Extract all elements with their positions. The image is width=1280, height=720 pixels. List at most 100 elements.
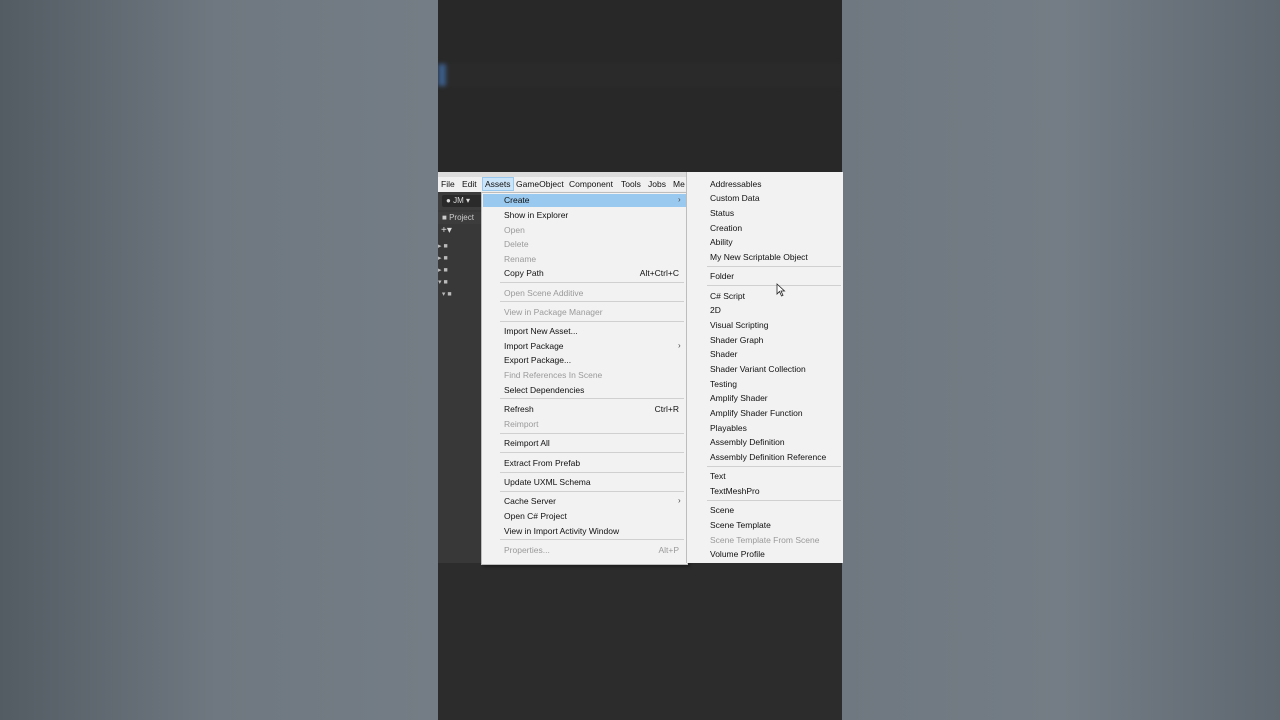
submenu-item-my-new-scriptable-object[interactable]: My New Scriptable Object [710, 250, 808, 264]
submenu-item-status[interactable]: Status [710, 206, 734, 220]
submenu-item-shader[interactable]: Shader [710, 347, 737, 361]
tree-item[interactable]: ▸ ■ [438, 254, 482, 262]
tree-item[interactable]: ▸ ■ [438, 242, 482, 250]
menu-item-cache-server[interactable]: Cache Server [504, 494, 556, 508]
menu-separator [500, 491, 684, 492]
menu-tools[interactable]: Tools [621, 179, 641, 189]
menu-item-label: Open Scene Additive [504, 288, 584, 298]
submenu-item-scene[interactable]: Scene [710, 503, 734, 517]
submenu-item-amplify-shader[interactable]: Amplify Shader [710, 391, 768, 405]
menu-edit[interactable]: Edit [462, 179, 477, 189]
shortcut-label: Alt+P [658, 545, 679, 555]
bottom-dark-area [438, 563, 842, 720]
menu-item-label: View in Import Activity Window [504, 526, 620, 536]
blurred-accent [438, 64, 446, 86]
submenu-item-addressables[interactable]: Addressables [710, 177, 762, 191]
menu-separator [707, 266, 841, 267]
menu-item-label: Rename [504, 254, 537, 264]
menu-item-find-references: Find References In Scene [504, 368, 602, 382]
menu-item-copy-path[interactable]: Copy Path Alt+Ctrl+C [504, 266, 679, 280]
menu-separator [500, 452, 684, 453]
menu-component[interactable]: Component [569, 179, 613, 189]
menu-more[interactable]: Me [673, 179, 685, 189]
menu-item-open-csharp-project[interactable]: Open C# Project [504, 509, 567, 523]
submenu-item-visual-scripting[interactable]: Visual Scripting [710, 318, 768, 332]
submenu-item-scene-template-from-scene: Scene Template From Scene [710, 535, 820, 545]
menu-separator [500, 301, 684, 302]
menu-separator [500, 539, 684, 540]
submenu-item-shader-variant-collection[interactable]: Shader Variant Collection [710, 362, 806, 376]
submenu-item-volume-profile[interactable]: Volume Profile [710, 547, 765, 561]
menu-item-label: Open C# Project [504, 511, 567, 521]
menu-item-label: Extract From Prefab [504, 458, 581, 468]
menu-separator [500, 433, 684, 434]
menu-item-properties: Properties... Alt+P [504, 543, 679, 557]
menu-item-label: Refresh [504, 404, 534, 414]
menu-item-view-import-activity[interactable]: View in Import Activity Window [504, 524, 619, 538]
menu-item-label: Create [504, 195, 530, 205]
chevron-right-icon: › [678, 341, 681, 350]
submenu-item-creation[interactable]: Creation [710, 221, 742, 235]
menu-item-label: Update UXML Schema [504, 477, 591, 487]
submenu-item-ability[interactable]: Ability [710, 235, 733, 249]
submenu-item-scene-template[interactable]: Scene Template [710, 518, 771, 532]
menu-separator [500, 398, 684, 399]
menu-separator [500, 321, 684, 322]
menu-item-select-dependencies[interactable]: Select Dependencies [504, 383, 584, 397]
menu-item-import-package[interactable]: Import Package [504, 339, 564, 353]
menu-item-show-in-explorer[interactable]: Show in Explorer [504, 208, 568, 222]
menu-item-import-new-asset[interactable]: Import New Asset... [504, 324, 578, 338]
menu-item-open: Open [504, 223, 525, 237]
account-dropdown[interactable]: ● JM ▾ [442, 195, 486, 207]
menu-item-label: Find References In Scene [504, 370, 603, 380]
menu-separator [500, 472, 684, 473]
submenu-item-assembly-definition[interactable]: Assembly Definition [710, 435, 785, 449]
project-tab-label: Project [449, 213, 474, 222]
menu-item-update-uxml-schema[interactable]: Update UXML Schema [504, 475, 591, 489]
assets-menu-dropdown: Create › Show in Explorer Open Delete Re… [481, 192, 688, 565]
menu-item-label: Show in Explorer [504, 210, 569, 220]
tree-item[interactable]: ▾ ■ [438, 290, 482, 298]
submenu-item-textmeshpro[interactable]: TextMeshPro [710, 484, 760, 498]
submenu-item-testing[interactable]: Testing [710, 377, 737, 391]
menu-separator [707, 285, 841, 286]
submenu-item-folder[interactable]: Folder [710, 269, 734, 283]
menu-item-refresh[interactable]: Refresh Ctrl+R [504, 402, 679, 416]
menu-assets[interactable]: Assets [482, 177, 514, 191]
menu-item-reimport: Reimport [504, 417, 538, 431]
submenu-item-text[interactable]: Text [710, 469, 726, 483]
submenu-item-assembly-definition-reference[interactable]: Assembly Definition Reference [710, 450, 826, 464]
plus-icon[interactable]: +▾ [441, 225, 452, 236]
menu-item-label: View in Package Manager [504, 307, 603, 317]
account-icon: ● [446, 196, 451, 205]
menu-item-label: Export Package... [504, 355, 572, 365]
mouse-cursor-icon [776, 283, 786, 297]
create-submenu: Addressables Custom Data Status Creation… [686, 172, 843, 563]
submenu-item-custom-data[interactable]: Custom Data [710, 191, 760, 205]
menu-item-extract-from-prefab[interactable]: Extract From Prefab [504, 456, 580, 470]
submenu-item-amplify-shader-function[interactable]: Amplify Shader Function [710, 406, 803, 420]
chevron-right-icon: › [678, 496, 681, 505]
submenu-item-csharp-script[interactable]: C# Script [710, 289, 745, 303]
menu-separator [707, 500, 841, 501]
shortcut-label: Alt+Ctrl+C [639, 268, 679, 278]
submenu-item-2d[interactable]: 2D [710, 303, 721, 317]
project-tab[interactable]: ■ Project [438, 212, 486, 224]
menu-gameobject[interactable]: GameObject [516, 179, 564, 189]
menu-jobs[interactable]: Jobs [648, 179, 666, 189]
menu-item-create[interactable]: Create [504, 193, 530, 207]
menu-item-label: Properties... [504, 545, 550, 555]
tree-item[interactable]: ▾ ■ [438, 278, 482, 286]
submenu-item-shader-graph[interactable]: Shader Graph [710, 333, 763, 347]
menu-item-label: Import New Asset... [504, 326, 578, 336]
blurred-bar [438, 62, 842, 88]
menu-item-label: Select Dependencies [504, 385, 585, 395]
menu-file[interactable]: File [441, 179, 455, 189]
menu-item-export-package[interactable]: Export Package... [504, 353, 571, 367]
menu-item-open-scene-additive: Open Scene Additive [504, 286, 583, 300]
menu-item-reimport-all[interactable]: Reimport All [504, 436, 550, 450]
menu-item-label: Import Package [504, 341, 564, 351]
submenu-item-playables[interactable]: Playables [710, 421, 747, 435]
tree-item[interactable]: ▸ ■ [438, 266, 482, 274]
menu-item-label: Copy Path [504, 268, 544, 278]
